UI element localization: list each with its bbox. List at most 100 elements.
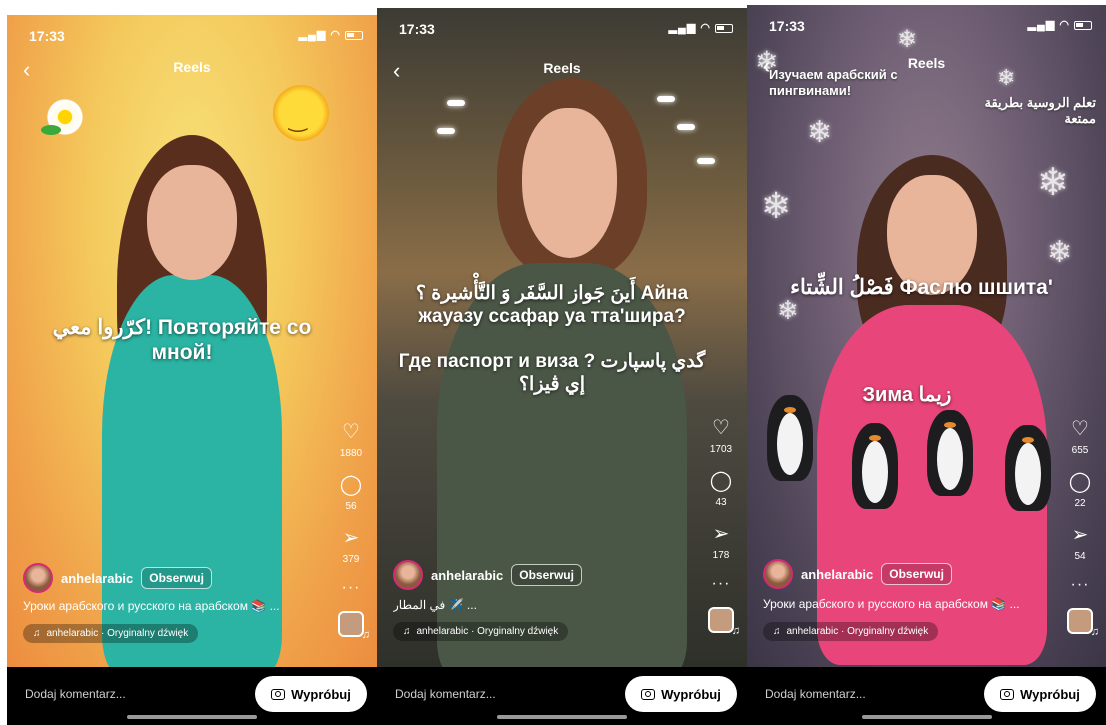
snowflake-icon: ❄: [1047, 236, 1073, 269]
comment-count: 56: [345, 501, 357, 512]
like-count: 655: [1071, 445, 1089, 456]
page-title: Reels: [173, 59, 211, 75]
audio-label: anhelarabic · Oryginalny dźwięk: [416, 626, 559, 637]
penguin-sticker: [1005, 425, 1051, 511]
like-count: 1880: [339, 448, 363, 459]
paper-plane-icon[interactable]: ➢: [703, 522, 739, 546]
signal-wifi-battery: ▂▄▆ ◠: [669, 21, 733, 34]
camera-icon: [1000, 688, 1015, 700]
avatar[interactable]: [23, 563, 53, 593]
like-count: 1703: [709, 444, 733, 455]
action-column: ♡ 655 ◯ 22 ➢ 54 ···: [1062, 417, 1099, 638]
username[interactable]: anhelarabic: [61, 571, 133, 586]
page-title: Reels: [543, 60, 581, 76]
follow-button[interactable]: Obserwuj: [511, 564, 582, 586]
more-dots-icon[interactable]: ···: [1062, 576, 1098, 594]
action-column: ♡ 1880 ◯ 56 ➢ 379 ···: [333, 420, 370, 641]
more-dots-icon[interactable]: ···: [333, 579, 369, 597]
snowflake-icon: ❄: [761, 185, 792, 226]
status-time: 17:33: [29, 28, 65, 44]
heart-icon[interactable]: ♡: [703, 416, 739, 440]
username[interactable]: anhelarabic: [801, 567, 873, 582]
share-action[interactable]: ➢ 54: [1062, 523, 1098, 562]
reels-header: ‹ Reels: [7, 57, 377, 85]
ceiling-light: [657, 96, 675, 102]
avatar[interactable]: [763, 559, 793, 589]
promo-text-russian: Изучаем арабский с пингвинами!: [769, 67, 898, 98]
share-action[interactable]: ➢ 379: [333, 526, 369, 565]
chevron-left-icon[interactable]: ‹: [23, 57, 30, 83]
audio-label: anhelarabic · Oryginalny dźwięk: [46, 628, 189, 639]
status-bar: 17:33 ▂▄▆ ◠: [747, 5, 1106, 41]
try-button[interactable]: Wypróbuj: [984, 676, 1096, 712]
follow-button[interactable]: Obserwuj: [141, 567, 212, 589]
leaf-sticker: [41, 125, 61, 135]
status-time: 17:33: [399, 21, 435, 37]
like-action[interactable]: ♡ 655: [1062, 417, 1098, 456]
share-action[interactable]: ➢ 178: [703, 522, 739, 561]
penguin-sticker: [927, 410, 973, 496]
audio-thumbnail[interactable]: [708, 607, 740, 637]
like-action[interactable]: ♡ 1880: [333, 420, 369, 459]
try-button[interactable]: Wypróbuj: [625, 676, 737, 712]
audio-pill[interactable]: ♫ anhelarabic · Oryginalny dźwięk: [763, 622, 939, 641]
ceiling-light: [437, 128, 455, 134]
music-note-icon: ♫: [33, 628, 41, 639]
status-time: 17:33: [769, 18, 805, 34]
share-count: 54: [1074, 551, 1086, 562]
home-indicator[interactable]: [861, 715, 992, 719]
heart-icon[interactable]: ♡: [333, 420, 369, 444]
chevron-left-icon[interactable]: ‹: [393, 58, 400, 84]
follow-button[interactable]: Obserwuj: [881, 563, 952, 585]
video-description[interactable]: في المطار ✈️ ...: [393, 598, 697, 612]
audio-label: anhelarabic · Oryginalny dźwięk: [786, 626, 929, 637]
paper-plane-icon[interactable]: ➢: [1062, 523, 1098, 547]
user-row: anhelarabic Obserwuj: [763, 559, 952, 589]
video-caption: كرّروا معي! Повторяйте со мной!: [52, 316, 312, 365]
audio-thumbnail[interactable]: [338, 611, 370, 641]
paper-plane-icon[interactable]: ➢: [333, 526, 369, 550]
heart-icon[interactable]: ♡: [1062, 417, 1098, 441]
comment-input[interactable]: Dodaj komentarz...: [765, 687, 866, 701]
try-label: Wypróbuj: [1020, 686, 1080, 702]
try-label: Wypróbuj: [661, 686, 721, 702]
video-caption: فَصْلُ الشِّتاء Фаслю шшита': [790, 276, 1053, 299]
audio-pill[interactable]: ♫ anhelarabic · Oryginalny dźwięk: [393, 622, 569, 641]
battery-icon: [1074, 20, 1092, 30]
comment-action[interactable]: ◯ 22: [1062, 470, 1098, 509]
comment-input[interactable]: Dodaj komentarz...: [25, 687, 126, 701]
person-face: [522, 108, 617, 258]
video-caption-secondary: Зима زيما: [862, 384, 952, 406]
try-button[interactable]: Wypróbuj: [255, 676, 367, 712]
home-indicator[interactable]: [127, 715, 257, 719]
comment-action[interactable]: ◯ 43: [703, 469, 739, 508]
audio-pill[interactable]: ♫ anhelarabic · Oryginalny dźwięk: [23, 624, 199, 643]
more-dots-icon[interactable]: ···: [703, 575, 739, 593]
comment-bubble-icon[interactable]: ◯: [333, 473, 369, 497]
comment-action[interactable]: ◯ 56: [333, 473, 369, 512]
username[interactable]: anhelarabic: [431, 568, 503, 583]
camera-icon: [641, 688, 656, 700]
comment-bubble-icon[interactable]: ◯: [703, 469, 739, 493]
status-bar: 17:33 ▂▄▆ ◠: [377, 8, 747, 44]
phone-screen-3: ❄ ❄ ❄ ❄ ❄ ❄ ❄ ❄ 17:33 ▂▄▆ ◠ ‹ Reels Изуч…: [747, 5, 1106, 725]
home-indicator[interactable]: [497, 715, 627, 719]
audio-thumbnail[interactable]: [1067, 608, 1099, 638]
signal-wifi-battery: ▂▄▆ ◠: [299, 28, 363, 41]
bottom-bar: Dodaj komentarz... Wypróbuj: [377, 667, 747, 725]
share-count: 379: [342, 554, 360, 565]
person-face: [147, 165, 237, 280]
user-row: anhelarabic Obserwuj: [393, 560, 582, 590]
video-description[interactable]: Уроки арабского и русского на арабском 📚…: [763, 597, 1056, 611]
user-row: anhelarabic Obserwuj: [23, 563, 212, 593]
avatar[interactable]: [393, 560, 423, 590]
comment-bubble-icon[interactable]: ◯: [1062, 470, 1098, 494]
video-description[interactable]: Уроки арабского и русского на арабском 📚…: [23, 599, 327, 613]
like-action[interactable]: ♡ 1703: [703, 416, 739, 455]
bottom-bar: Dodaj komentarz... Wypróbuj: [747, 667, 1106, 725]
battery-icon: [345, 30, 363, 40]
snowflake-icon: ❄: [1037, 162, 1069, 204]
comment-input[interactable]: Dodaj komentarz...: [395, 687, 496, 701]
ceiling-light: [677, 124, 695, 130]
reels-header: ‹ Reels: [377, 58, 747, 86]
